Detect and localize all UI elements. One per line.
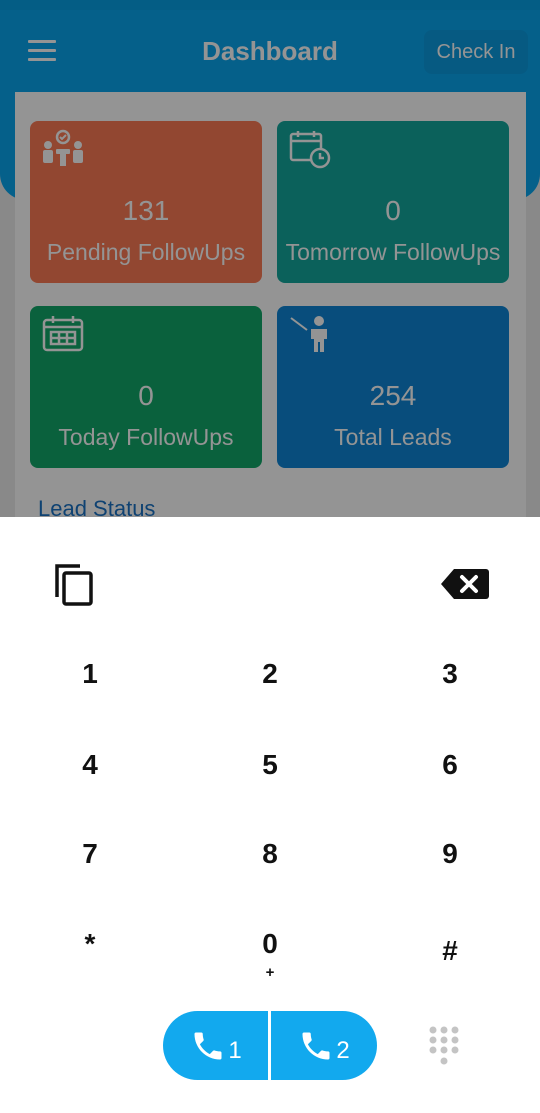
key-digit: 1 [82, 658, 98, 689]
dial-key-2[interactable]: 2 [210, 644, 330, 704]
dialer-sheet: 1 2 3 4 5 6 7 8 9 * 0 + # 1 2 [0, 517, 540, 1113]
dial-key-8[interactable]: 8 [210, 824, 330, 884]
phone-icon [302, 1032, 330, 1059]
dial-key-4[interactable]: 4 [30, 735, 150, 795]
dial-key-9[interactable]: 9 [390, 824, 510, 884]
dial-key-1[interactable]: 1 [30, 644, 150, 704]
key-digit: * [84, 928, 96, 959]
call-sim2-button[interactable]: 2 [271, 1011, 377, 1080]
key-digit: 9 [442, 838, 458, 869]
dial-key-7[interactable]: 7 [30, 824, 150, 884]
phone-icon [194, 1032, 222, 1059]
key-subtext: + [265, 964, 275, 981]
call-sim1-button[interactable]: 1 [163, 1011, 269, 1080]
dashboard-screen: Dashboard Check In 131 Pending FollowUps [0, 0, 540, 517]
key-digit: 8 [262, 838, 278, 869]
key-digit: 3 [442, 658, 458, 689]
key-digit: 5 [262, 749, 278, 780]
dialpad-icon[interactable] [428, 1025, 460, 1067]
dial-key-0[interactable]: 0 + [210, 914, 330, 981]
sim-label: 1 [228, 1036, 242, 1064]
backspace-icon[interactable] [440, 567, 490, 601]
key-digit: 4 [82, 749, 98, 780]
modal-scrim[interactable] [0, 0, 540, 517]
sim-label: 2 [336, 1036, 350, 1064]
dial-key-star[interactable]: * [30, 914, 150, 974]
dial-key-3[interactable]: 3 [390, 644, 510, 704]
dial-key-6[interactable]: 6 [390, 735, 510, 795]
key-digit: 7 [82, 838, 98, 869]
dial-key-hash[interactable]: # [390, 921, 510, 981]
key-digit: 2 [262, 658, 278, 689]
call-button-group: 1 2 [163, 1011, 377, 1080]
key-digit: 6 [442, 749, 458, 780]
key-digit: # [442, 935, 458, 966]
copy-icon[interactable] [54, 563, 94, 607]
dial-key-5[interactable]: 5 [210, 735, 330, 795]
